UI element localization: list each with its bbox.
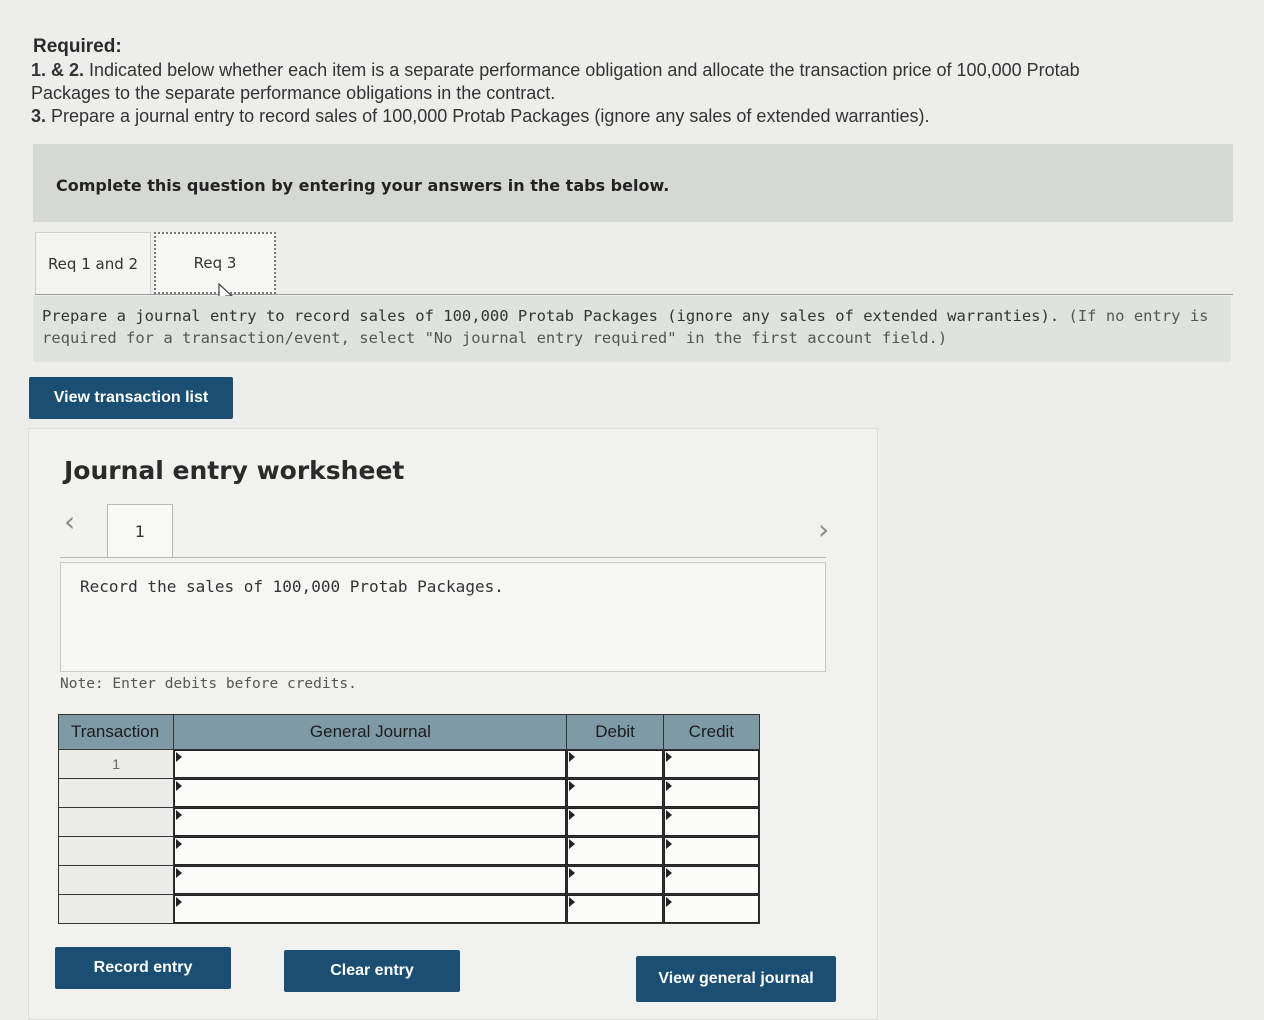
account-cell bbox=[173, 865, 568, 895]
table-row bbox=[57, 894, 761, 924]
account-cell bbox=[173, 807, 568, 837]
field-marker-icon bbox=[176, 810, 183, 820]
entry-note: Note: Enter debits before credits. bbox=[60, 676, 357, 692]
field-marker-icon bbox=[176, 781, 183, 791]
table-row bbox=[57, 836, 761, 866]
credit-cell bbox=[662, 807, 761, 837]
entry-description: Record the sales of 100,000 Protab Packa… bbox=[80, 577, 504, 596]
account-select[interactable] bbox=[174, 808, 567, 836]
credit-input[interactable] bbox=[663, 837, 759, 865]
tab-divider bbox=[35, 294, 1233, 295]
field-marker-icon bbox=[665, 781, 672, 791]
credit-cell bbox=[662, 865, 761, 895]
credit-cell bbox=[662, 778, 761, 808]
debit-input[interactable] bbox=[567, 837, 663, 865]
credit-input[interactable] bbox=[663, 750, 759, 778]
journal-header-row: Transaction General Journal Debit Credit bbox=[57, 714, 761, 750]
credit-input[interactable] bbox=[663, 808, 759, 836]
field-marker-icon bbox=[176, 752, 183, 762]
field-marker-icon bbox=[665, 752, 672, 762]
credit-input[interactable] bbox=[663, 895, 759, 923]
account-cell bbox=[173, 778, 568, 808]
transaction-cell bbox=[57, 836, 175, 866]
entry-tab-divider bbox=[60, 557, 826, 558]
debit-cell bbox=[566, 749, 664, 779]
debit-cell bbox=[566, 836, 664, 866]
transaction-cell: 1 bbox=[57, 749, 175, 779]
field-marker-icon bbox=[569, 868, 576, 878]
account-cell bbox=[173, 836, 568, 866]
table-row bbox=[57, 865, 761, 895]
field-marker-icon bbox=[176, 897, 183, 907]
credit-cell bbox=[662, 894, 761, 924]
transaction-cell bbox=[57, 865, 175, 895]
field-marker-icon bbox=[176, 839, 183, 849]
instructions-main: Prepare a journal entry to record sales … bbox=[42, 307, 1060, 325]
field-marker-icon bbox=[569, 839, 576, 849]
required-item-1-2-continued: Packages to the separate performance obl… bbox=[31, 83, 556, 103]
debit-cell bbox=[566, 807, 664, 837]
tab-req-3[interactable]: Req 3 bbox=[154, 232, 276, 294]
field-marker-icon bbox=[569, 781, 576, 791]
debit-input[interactable] bbox=[567, 750, 663, 778]
required-item-3-text: Prepare a journal entry to record sales … bbox=[46, 106, 930, 126]
field-marker-icon bbox=[569, 810, 576, 820]
required-item-1-2: 1. & 2. Indicated below whether each ite… bbox=[31, 60, 1080, 81]
debit-cell bbox=[566, 894, 664, 924]
table-row bbox=[57, 778, 761, 808]
worksheet-title: Journal entry worksheet bbox=[64, 456, 405, 485]
credit-input[interactable] bbox=[663, 779, 759, 807]
account-select[interactable] bbox=[174, 895, 567, 923]
required-item-3: 3. Prepare a journal entry to record sal… bbox=[31, 106, 930, 127]
required-item-1-2-number: 1. & 2. bbox=[31, 60, 85, 80]
transaction-cell bbox=[57, 778, 175, 808]
tab-req-1-and-2[interactable]: Req 1 and 2 bbox=[35, 232, 151, 294]
debit-input[interactable] bbox=[567, 779, 663, 807]
view-general-journal-button[interactable]: View general journal bbox=[636, 956, 836, 1002]
debit-input[interactable] bbox=[567, 808, 663, 836]
field-marker-icon bbox=[665, 810, 672, 820]
table-row bbox=[57, 807, 761, 837]
complete-banner-text: Complete this question by entering your … bbox=[56, 176, 670, 195]
debit-input[interactable] bbox=[567, 866, 663, 894]
debit-cell bbox=[566, 778, 664, 808]
credit-cell bbox=[662, 749, 761, 779]
chevron-left-icon[interactable]: ‹ bbox=[64, 505, 75, 538]
account-cell bbox=[173, 894, 568, 924]
required-heading: Required: bbox=[33, 36, 122, 57]
chevron-right-icon[interactable]: › bbox=[818, 513, 829, 546]
account-select[interactable] bbox=[174, 866, 567, 894]
journal-table: Transaction General Journal Debit Credit… bbox=[57, 714, 761, 924]
debit-input[interactable] bbox=[567, 895, 663, 923]
account-select[interactable] bbox=[174, 779, 567, 807]
record-entry-button[interactable]: Record entry bbox=[55, 947, 231, 989]
required-item-1-2-text: Indicated below whether each item is a s… bbox=[84, 60, 1080, 80]
entry-tab-1[interactable]: 1 bbox=[107, 504, 173, 558]
transaction-cell bbox=[57, 894, 175, 924]
instructions-text: Prepare a journal entry to record sales … bbox=[42, 305, 1227, 349]
account-cell bbox=[173, 749, 568, 779]
table-row: 1 bbox=[57, 749, 761, 779]
credit-input[interactable] bbox=[663, 866, 759, 894]
clear-entry-button[interactable]: Clear entry bbox=[284, 950, 460, 992]
field-marker-icon bbox=[569, 752, 576, 762]
header-general-journal: General Journal bbox=[173, 714, 568, 750]
account-select[interactable] bbox=[174, 750, 567, 778]
field-marker-icon bbox=[665, 868, 672, 878]
debit-cell bbox=[566, 865, 664, 895]
field-marker-icon bbox=[665, 897, 672, 907]
field-marker-icon bbox=[569, 897, 576, 907]
transaction-cell bbox=[57, 807, 175, 837]
required-item-3-number: 3. bbox=[31, 106, 47, 126]
field-marker-icon bbox=[665, 839, 672, 849]
header-debit: Debit bbox=[566, 714, 664, 750]
account-select[interactable] bbox=[174, 837, 567, 865]
field-marker-icon bbox=[176, 868, 183, 878]
credit-cell bbox=[662, 836, 761, 866]
header-credit: Credit bbox=[662, 714, 761, 750]
header-transaction: Transaction bbox=[57, 714, 175, 750]
view-transaction-list-button[interactable]: View transaction list bbox=[29, 377, 233, 419]
